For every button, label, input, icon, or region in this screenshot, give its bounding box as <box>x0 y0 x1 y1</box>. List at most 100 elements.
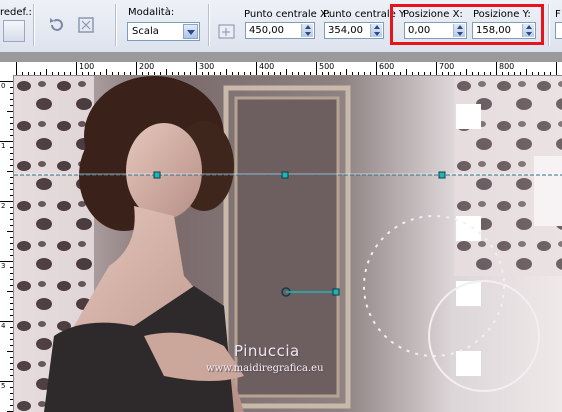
ruler-label: 3 <box>1 262 6 270</box>
ruler-tick <box>10 273 13 274</box>
ruler-tick <box>10 303 13 304</box>
ruler-tick <box>526 69 527 75</box>
ruler-tick <box>118 72 119 75</box>
ruler-tick <box>172 72 173 75</box>
ruler-tick <box>10 279 13 280</box>
center-x-value: 450,00 <box>249 25 284 36</box>
ruler-tick <box>142 72 143 75</box>
ruler-tick <box>70 72 71 75</box>
ruler-tick <box>10 165 13 166</box>
pick-center-icon[interactable] <box>216 20 238 42</box>
ruler-label: 700 <box>439 62 455 71</box>
ruler-tick <box>10 159 13 160</box>
ruler-tick <box>10 249 13 250</box>
vertical-ruler: 0 1 2 3 4 5 <box>0 75 14 412</box>
ruler-tick <box>34 72 35 75</box>
mode-select[interactable]: Scala <box>127 22 200 41</box>
ruler-label: 400 <box>259 62 275 71</box>
ruler-label: 100 <box>79 62 95 71</box>
ruler-tick <box>124 72 125 75</box>
ruler-tick <box>7 231 13 232</box>
ruler-tick <box>10 237 13 238</box>
center-x-label: Punto centrale X: <box>244 9 331 20</box>
ruler-tick <box>550 72 551 75</box>
chevron-down-icon[interactable] <box>183 24 198 39</box>
ruler-tick <box>520 72 521 75</box>
ruler-tick <box>10 177 13 178</box>
center-x-spinner[interactable] <box>301 24 313 37</box>
ruler-tick <box>10 189 13 190</box>
ruler-tick <box>76 62 77 75</box>
transform-reset-icon[interactable] <box>75 14 97 36</box>
image-canvas[interactable]: Pinuccia www.maidiregrafica.eu <box>14 76 562 412</box>
ruler-tick <box>214 72 215 75</box>
ruler-tick <box>544 72 545 75</box>
truncated-field[interactable] <box>555 22 562 39</box>
ruler-tick <box>430 72 431 75</box>
ruler-tick <box>286 69 287 75</box>
tool-options-bar: redef.: Modalità: Scala Punto centrale X… <box>0 0 562 53</box>
ruler-tick <box>28 72 29 75</box>
ruler-label: 1 <box>1 142 6 150</box>
ruler-tick <box>106 69 107 75</box>
watermark-url: www.maidiregrafica.eu <box>206 363 324 374</box>
ruler-tick <box>466 69 467 75</box>
ruler-tick <box>40 72 41 75</box>
separator <box>208 4 210 46</box>
ruler-tick <box>514 72 515 75</box>
ruler-tick <box>238 72 239 75</box>
reset-icon[interactable] <box>46 14 68 36</box>
ruler-tick <box>208 72 209 75</box>
position-highlight-box <box>390 4 544 45</box>
ruler-tick <box>280 72 281 75</box>
ruler-tick <box>388 72 389 75</box>
ruler-tick <box>310 72 311 75</box>
ruler-tick <box>196 62 197 75</box>
ruler-tick <box>10 225 13 226</box>
mode-value: Scala <box>132 26 159 37</box>
ruler-tick <box>10 147 13 148</box>
ruler-tick <box>184 72 185 75</box>
ruler-tick <box>10 339 13 340</box>
ruler-tick <box>436 62 437 75</box>
ruler-tick <box>16 62 17 75</box>
ruler-tick <box>10 375 13 376</box>
ruler-tick <box>346 69 347 75</box>
ruler-tick <box>10 105 13 106</box>
ruler-tick <box>10 333 13 334</box>
center-x-field[interactable]: 450,00 <box>245 22 315 39</box>
ruler-tick <box>292 72 293 75</box>
ruler-tick <box>484 72 485 75</box>
ruler-tick <box>418 72 419 75</box>
ruler-label: 0 <box>1 82 6 90</box>
ruler-tick <box>340 72 341 75</box>
ruler-tick <box>256 62 257 75</box>
ruler-tick <box>10 267 13 268</box>
ruler-tick <box>334 72 335 75</box>
ruler-tick <box>268 72 269 75</box>
ruler-tick <box>412 72 413 75</box>
preset-button[interactable] <box>3 20 25 42</box>
ruler-tick <box>10 213 13 214</box>
center-y-field[interactable]: 354,00 <box>324 22 384 39</box>
ruler-tick <box>10 369 13 370</box>
ruler-tick <box>472 72 473 75</box>
watermark-name: Pinuccia <box>234 342 300 360</box>
ruler-tick <box>10 135 13 136</box>
ruler-tick <box>400 72 401 75</box>
ruler-tick <box>52 72 53 75</box>
ruler-tick <box>226 69 227 75</box>
ruler-tick <box>442 72 443 75</box>
center-y-spinner[interactable] <box>370 24 382 37</box>
ruler-label: 200 <box>139 62 155 71</box>
ruler-tick <box>10 327 13 328</box>
ruler-tick <box>178 72 179 75</box>
ruler-tick <box>556 62 557 75</box>
ruler-tick <box>10 153 13 154</box>
ruler-tick <box>532 72 533 75</box>
ruler-tick <box>364 72 365 75</box>
separator <box>548 4 550 46</box>
ruler-tick <box>424 72 425 75</box>
ruler-tick <box>502 72 503 75</box>
ruler-tick <box>130 72 131 75</box>
